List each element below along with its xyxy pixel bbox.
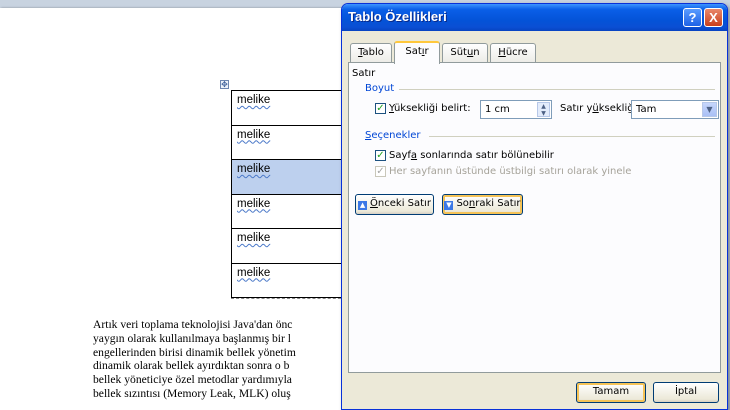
options-group-label: Seçenekler (365, 130, 421, 141)
tab-column[interactable]: Sütun (442, 43, 488, 63)
ok-button[interactable]: Tamam (576, 382, 646, 403)
table-cell[interactable]: melike (231, 228, 351, 264)
close-button[interactable]: X (704, 8, 723, 27)
paragraph-line: Artık veri toplama teknolojisi Java'dan … (93, 318, 293, 331)
repeat-header-checkbox: ✓ (375, 166, 386, 177)
paragraph-line: engellerinden birisi dinamik bellek yöne… (93, 345, 296, 359)
chevron-down-icon[interactable]: ▼ (702, 102, 717, 117)
specify-height-checkbox[interactable]: ✓ (375, 103, 386, 114)
specify-height-label[interactable]: Yüksekliği belirt: (389, 103, 471, 114)
tab-table[interactable]: Tablo (350, 43, 392, 63)
document-paragraph[interactable]: Artık veri toplama teknolojisi Java'dan … (93, 318, 343, 401)
spinner-arrows-icon[interactable]: ▲ ▼ (537, 102, 550, 117)
table-row: melike (231, 193, 351, 229)
cancel-button[interactable]: İptal (653, 382, 719, 403)
table-row: melike (231, 228, 351, 264)
document-table: melike melike melike melike melike melik… (231, 90, 351, 298)
table-cell-selected[interactable]: melike (231, 159, 351, 195)
next-row-button[interactable]: ▼ Sonraki Satır (442, 194, 523, 215)
dialog-title: Tablo Özellikleri (348, 9, 447, 24)
paragraph-line: dinamik olarak bellek ayırdıktan sonra o… (93, 359, 290, 373)
arrow-down-icon: ▼ (444, 201, 454, 210)
table-move-handle-icon[interactable]: ✥ (220, 80, 229, 89)
tab-cell[interactable]: Hücre (490, 43, 536, 63)
allow-row-break-label[interactable]: Sayfa sonlarında satır bölünebilir (389, 150, 554, 161)
paragraph-line: yaygın olarak kullanılmaya başlanmış bir… (93, 331, 292, 345)
arrow-up-icon: ▲ (358, 201, 368, 210)
size-group-label: Boyut (365, 83, 395, 94)
table-row: melike (231, 90, 351, 126)
repeat-header-label: Her sayfanın üstünde üstbilgi satırı ola… (389, 166, 632, 177)
row-height-value: Tam (636, 104, 657, 115)
paragraph-line: bellek yöneticiye özel metodlar yardımıy… (93, 373, 292, 387)
table-cell[interactable]: melike (231, 124, 351, 160)
table-properties-dialog: Tablo Özellikleri ? X Tablo Satır Sütun … (341, 3, 728, 410)
group-divider (399, 89, 715, 90)
tab-row[interactable]: Satır (394, 41, 440, 64)
group-divider (429, 136, 715, 137)
table-row: melike (231, 159, 351, 195)
table-row: melike (231, 262, 351, 298)
help-button[interactable]: ? (683, 8, 702, 27)
allow-row-break-checkbox[interactable]: ✓ (375, 150, 386, 161)
section-title: Satır (352, 68, 376, 79)
table-cell[interactable]: melike (231, 193, 351, 229)
row-height-label: Satır yüksekliği: (560, 103, 640, 114)
height-value: 1 cm (485, 104, 510, 115)
row-height-select[interactable]: Tam ▼ (631, 100, 719, 119)
height-spinner[interactable]: 1 cm ▲ ▼ (480, 100, 552, 119)
row-tab-panel: Satır Boyut ✓ Yüksekliği belirt: 1 cm ▲ ▼… (348, 62, 721, 373)
table-cell[interactable]: melike (231, 262, 351, 298)
table-cell[interactable]: melike (231, 90, 351, 126)
table-boundary-line (231, 298, 346, 299)
dialog-titlebar[interactable]: Tablo Özellikleri ? X (342, 4, 727, 31)
previous-row-button[interactable]: ▲ Önceki Satır (355, 194, 434, 215)
table-row: melike (231, 124, 351, 160)
paragraph-line: bellek sızıntısı (Memory Leak, MLK) oluş (93, 386, 291, 400)
